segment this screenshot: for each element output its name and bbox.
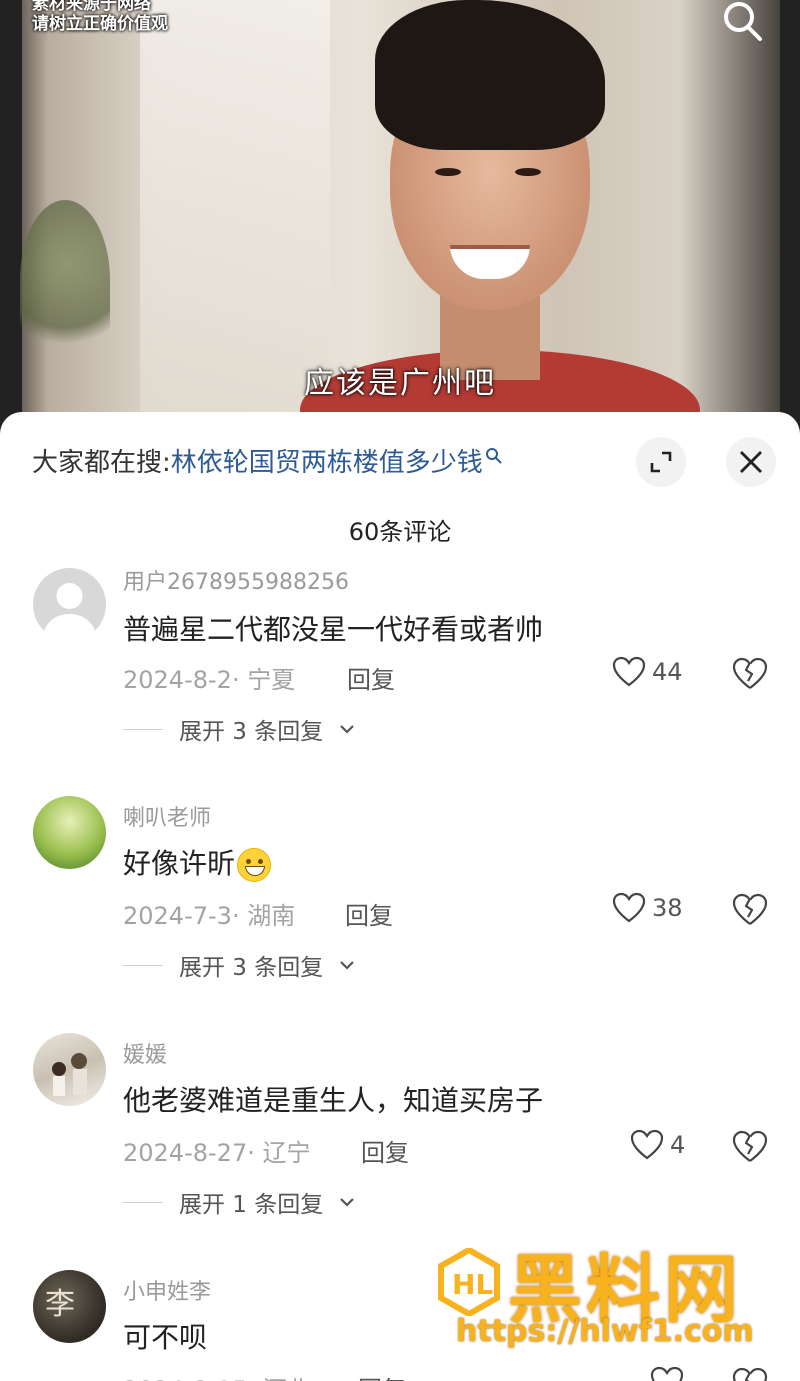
broken-heart-icon <box>732 1367 768 1381</box>
comment-meta: 2024-8-2· 宁夏 <box>123 666 296 694</box>
like-button[interactable]: 4 <box>630 1129 685 1161</box>
avatar[interactable] <box>33 1033 106 1106</box>
dislike-button[interactable] <box>732 1130 768 1164</box>
like-count: 4 <box>670 1131 686 1159</box>
heart-icon <box>630 1129 664 1160</box>
video-subtitle: 应该是广州吧 <box>304 366 496 401</box>
expand-divider <box>123 964 163 966</box>
comment-count-title: 60条评论 <box>348 518 452 546</box>
reply-button[interactable]: 回复 <box>345 896 393 931</box>
person-hair <box>375 0 605 150</box>
trending-search-link[interactable]: 林依轮国贸两栋楼值多少钱 <box>171 448 483 478</box>
fullscreen-button[interactable] <box>636 437 686 487</box>
expand-replies-label: 展开 1 条回复 <box>179 1192 324 1218</box>
close-icon <box>740 451 762 473</box>
svg-text:李: 李 <box>45 1287 75 1322</box>
comment-text: 普遍星二代都没星一代好看或者帅 <box>123 613 544 646</box>
person-right-eye <box>515 168 541 176</box>
dislike-button[interactable] <box>732 657 768 691</box>
video-player[interactable]: 素材来源于网络 请树立正确价值观 应该是广州吧 <box>0 0 800 440</box>
like-button[interactable] <box>650 1366 684 1381</box>
expand-divider <box>123 1201 163 1203</box>
trending-search-bar[interactable]: 大家都在搜:林依轮国贸两栋楼值多少钱 <box>32 442 503 479</box>
reply-button[interactable]: 回复 <box>361 1133 409 1168</box>
comment-item: 喇叭老师 好像许昕 2024-7-3· 湖南 回复 38 展开 3 条回复 <box>0 788 800 998</box>
search-icon <box>724 2 762 41</box>
avatar[interactable] <box>33 568 106 641</box>
reply-button[interactable]: 回复 <box>347 660 395 695</box>
video-disclaimer-line2: 请树立正确价值观 <box>32 14 168 34</box>
heart-icon <box>612 892 646 923</box>
expand-divider <box>123 728 163 730</box>
dislike-button[interactable] <box>732 1367 768 1381</box>
chevron-down-icon <box>340 1198 355 1207</box>
comment-username[interactable]: 喇叭老师 <box>123 800 211 832</box>
chevron-down-icon <box>340 961 355 970</box>
comment-text: 他老婆难道是重生人，知道买房子 <box>123 1084 544 1117</box>
broken-heart-icon <box>732 893 768 925</box>
trending-search-prefix: 大家都在搜: <box>32 448 171 478</box>
expand-replies[interactable]: 展开 1 条回复 <box>123 1185 355 1219</box>
heart-icon <box>650 1366 684 1381</box>
expand-icon <box>650 451 672 473</box>
like-count: 38 <box>652 894 683 922</box>
comment-meta: 2024-7-3· 湖南 <box>123 902 296 930</box>
comment-text-content: 好像许昕 <box>123 847 236 880</box>
like-count: 44 <box>652 658 683 686</box>
comment-item: 媛媛 他老婆难道是重生人，知道买房子 2024-8-27· 辽宁 回复 4 展开… <box>0 1025 800 1235</box>
site-watermark: HL 黑料网 https://hlwf1.com <box>438 1240 768 1360</box>
expand-replies[interactable]: 展开 3 条回复 <box>123 948 355 982</box>
comment-username[interactable]: 媛媛 <box>123 1037 167 1069</box>
default-avatar-icon <box>43 583 96 641</box>
avatar[interactable] <box>33 796 106 869</box>
comment-meta: 2024-8-27· 辽宁 <box>123 1139 311 1167</box>
like-button[interactable]: 44 <box>612 656 683 688</box>
comment-meta: 2024-8-15· 河北 <box>123 1370 310 1381</box>
comment-text: 好像许昕 <box>123 842 272 882</box>
broken-heart-icon <box>732 1130 768 1162</box>
calligraphy-avatar-icon: 李 <box>45 1287 75 1322</box>
expand-replies-label: 展开 3 条回复 <box>179 719 324 745</box>
video-disclaimer: 素材来源于网络 请树立正确价值观 <box>32 0 168 34</box>
person-left-eye <box>435 168 461 176</box>
photo-avatar-icon <box>52 1053 87 1096</box>
person-smile <box>450 245 530 279</box>
dislike-button[interactable] <box>732 893 768 927</box>
expand-replies[interactable]: 展开 3 条回复 <box>123 712 355 746</box>
heart-icon <box>612 656 646 687</box>
video-search-button[interactable] <box>720 0 764 44</box>
close-button[interactable] <box>726 437 776 487</box>
svg-text:HL: HL <box>452 1268 493 1301</box>
video-disclaimer-line1: 素材来源于网络 <box>32 0 151 14</box>
watermark-url: https://hlwf1.com <box>456 1314 754 1349</box>
reply-button[interactable]: 回复 <box>358 1370 406 1381</box>
comment-username[interactable]: 小申姓李 <box>123 1274 211 1306</box>
video-background-plant <box>20 200 110 360</box>
avatar[interactable]: 李 <box>33 1270 106 1343</box>
comment-username[interactable]: 用户2678955988256 <box>123 564 349 596</box>
like-button[interactable]: 38 <box>612 892 683 924</box>
expand-replies-label: 展开 3 条回复 <box>179 955 324 981</box>
comment-item: 用户2678955988256 普遍星二代都没星一代好看或者帅 2024-8-2… <box>0 552 800 762</box>
broken-heart-icon <box>732 657 768 689</box>
chevron-down-icon <box>340 725 355 734</box>
watermark-logo-icon: HL <box>438 1248 500 1316</box>
comment-text: 可不呗 <box>123 1321 208 1354</box>
grinning-emoji-icon <box>237 848 272 882</box>
search-small-icon <box>485 442 503 472</box>
